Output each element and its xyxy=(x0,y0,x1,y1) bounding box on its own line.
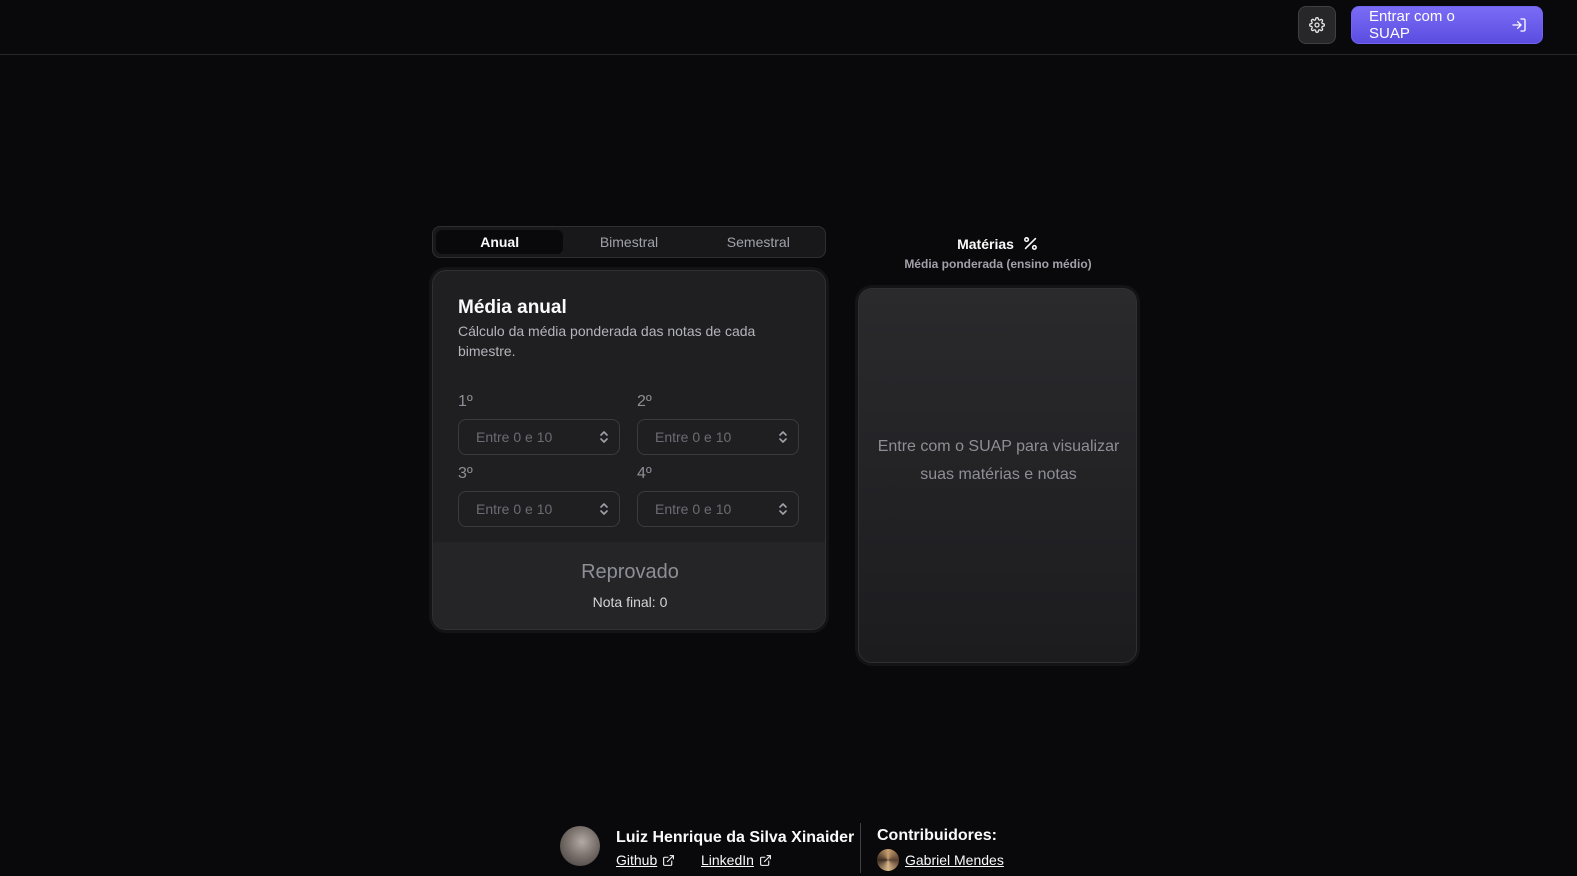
grade-3-label: 3º xyxy=(458,465,473,482)
grade-2-placeholder: Entre 0 e 10 xyxy=(655,429,732,445)
percent-icon xyxy=(1023,237,1037,250)
period-tabs: Anual Bimestral Semestral xyxy=(432,226,826,258)
grade-2-input[interactable]: Entre 0 e 10 xyxy=(637,419,799,455)
log-in-icon xyxy=(1512,18,1526,32)
subjects-panel: Entre com o SUAP para visualizar suas ma… xyxy=(858,288,1137,663)
grade-3-placeholder: Entre 0 e 10 xyxy=(476,501,553,517)
subjects-subtitle: Média ponderada (ensino médio) xyxy=(904,257,1092,271)
external-link-icon xyxy=(663,854,675,866)
grade-3-stepper[interactable] xyxy=(589,492,619,526)
grade-4-input[interactable]: Entre 0 e 10 xyxy=(637,491,799,527)
github-link-label: Github xyxy=(616,852,658,868)
contributors-title: Contribuidores: xyxy=(877,827,997,844)
grade-3-input[interactable]: Entre 0 e 10 xyxy=(458,491,620,527)
tab-anual[interactable]: Anual xyxy=(436,230,564,254)
footer-divider xyxy=(860,823,861,873)
card-title: Média anual xyxy=(458,297,567,318)
grade-1-placeholder: Entre 0 e 10 xyxy=(476,429,553,445)
login-suap-label: Entrar com o SUAP xyxy=(1369,8,1455,42)
subjects-title-text: Matérias xyxy=(957,235,1014,252)
chevrons-up-down-icon xyxy=(779,503,787,515)
final-grade: Nota final: 0 xyxy=(592,594,668,610)
linkedin-link-label: LinkedIn xyxy=(701,852,754,868)
card-description: Cálculo da média ponderada das notas de … xyxy=(458,323,756,359)
linkedin-link[interactable]: LinkedIn xyxy=(701,852,772,868)
grade-4-placeholder: Entre 0 e 10 xyxy=(655,501,732,517)
contributor-avatar xyxy=(877,849,899,871)
contributor-link[interactable]: Gabriel Mendes xyxy=(905,852,1004,868)
grade-2-label: 2º xyxy=(637,393,652,410)
github-link[interactable]: Github xyxy=(616,852,675,868)
login-suap-button[interactable]: Entrar com o SUAP xyxy=(1351,6,1543,44)
grade-4-label: 4º xyxy=(637,465,652,482)
settings-button[interactable] xyxy=(1298,6,1336,44)
grade-2-stepper[interactable] xyxy=(768,420,798,454)
grade-1-input[interactable]: Entre 0 e 10 xyxy=(458,419,620,455)
author-name: Luiz Henrique da Silva Xinaider xyxy=(616,829,855,846)
external-link-icon xyxy=(760,854,771,866)
annual-average-card: Média anual Cálculo da média ponderada d… xyxy=(432,270,826,630)
chevrons-up-down-icon xyxy=(600,431,608,443)
grade-1-stepper[interactable] xyxy=(589,420,619,454)
result-section: Reprovado Nota final: 0 xyxy=(433,542,825,629)
chevrons-up-down-icon xyxy=(779,431,787,443)
tab-bimestral[interactable]: Bimestral xyxy=(565,230,692,254)
result-status: Reprovado xyxy=(581,561,679,583)
grade-1-label: 1º xyxy=(458,393,473,410)
subjects-title: Matérias xyxy=(855,235,1141,252)
top-bar: Entrar com o SUAP xyxy=(0,0,1577,55)
gear-icon xyxy=(1309,17,1325,33)
chevrons-up-down-icon xyxy=(600,503,608,515)
grade-4-stepper[interactable] xyxy=(768,492,798,526)
subjects-empty-message: Entre com o SUAP para visualizar suas ma… xyxy=(877,438,1120,483)
author-avatar xyxy=(560,826,600,866)
tab-semestral[interactable]: Semestral xyxy=(695,230,822,254)
